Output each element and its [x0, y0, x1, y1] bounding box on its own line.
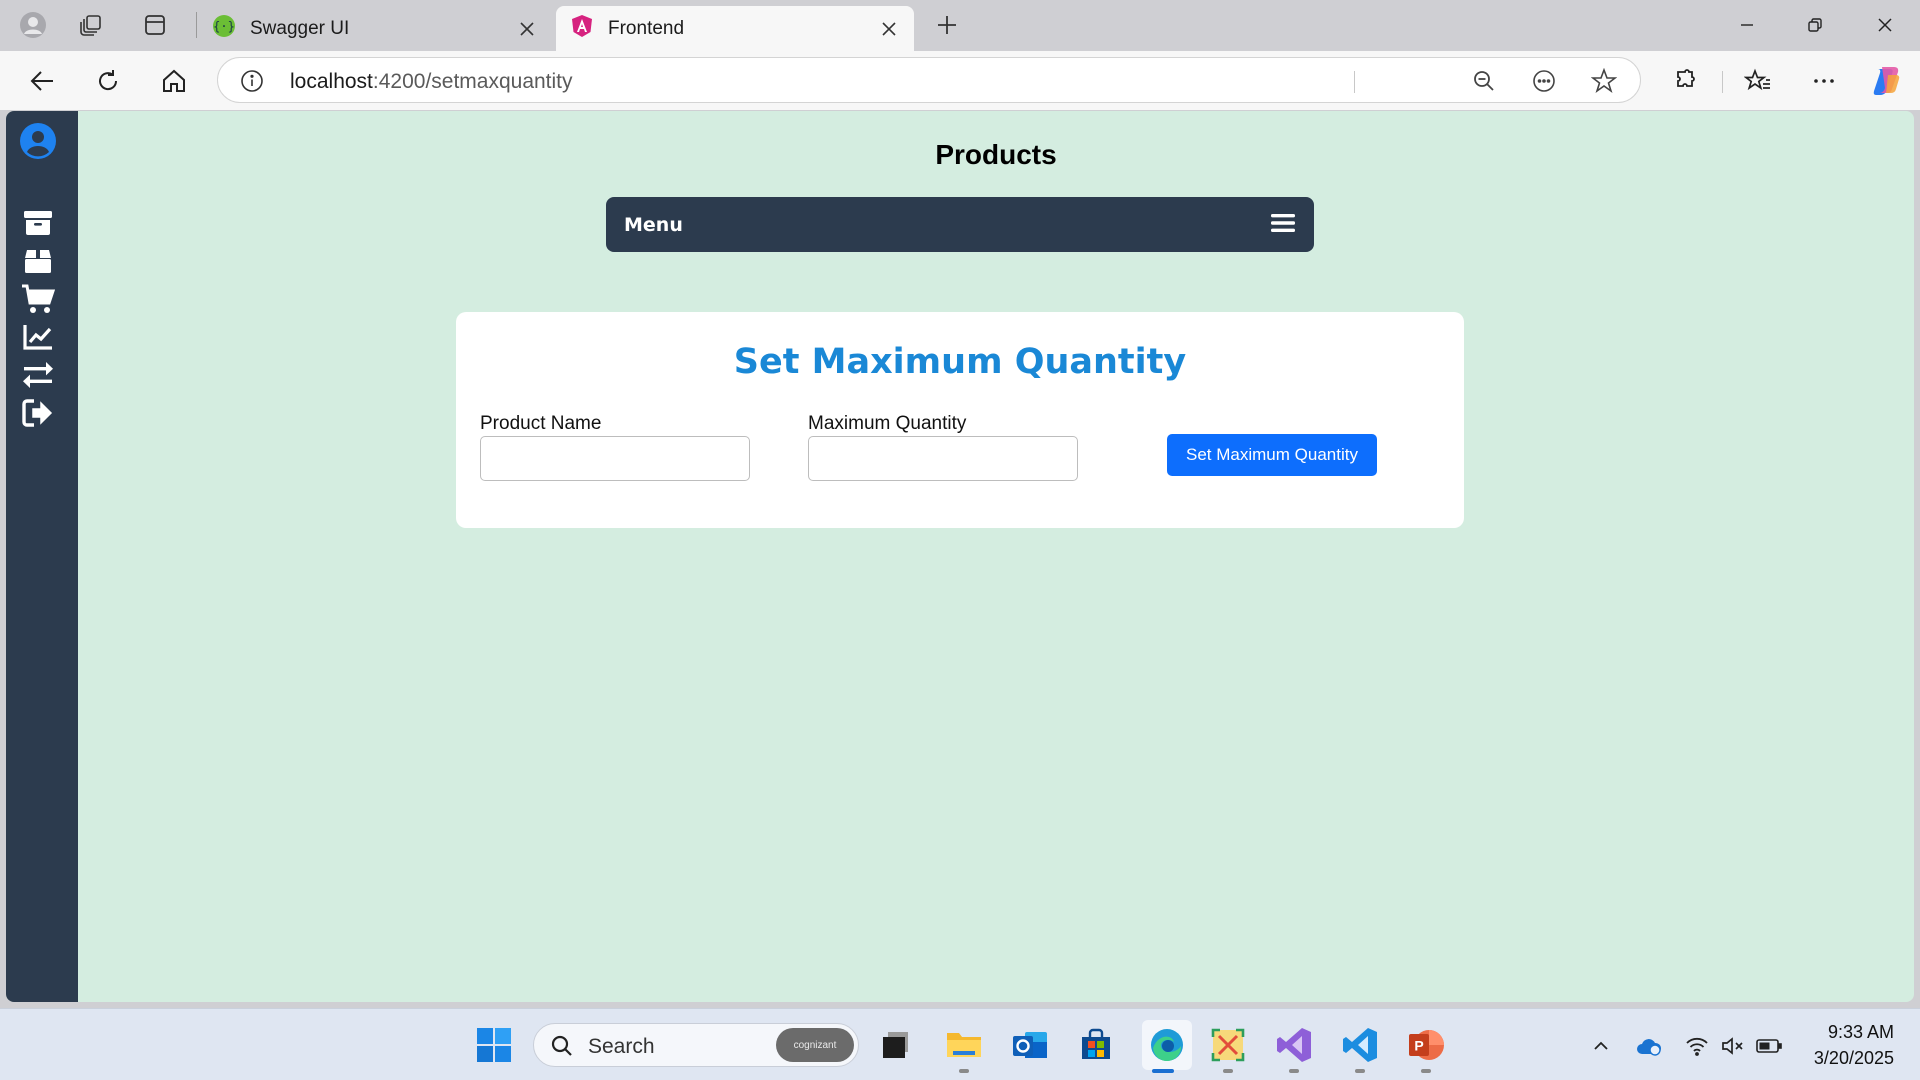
tab-strip: {·} Swagger UI Frontend: [0, 0, 1920, 51]
sidebar: [6, 111, 78, 1002]
outlook-icon[interactable]: [1010, 1025, 1050, 1065]
task-view-icon[interactable]: [876, 1025, 916, 1065]
hamburger-menu-icon[interactable]: [1270, 211, 1296, 235]
site-info-icon[interactable]: [240, 69, 264, 98]
volume-muted-icon[interactable]: [1720, 1033, 1746, 1059]
battery-icon[interactable]: [1756, 1033, 1782, 1059]
minimize-icon[interactable]: [1730, 8, 1764, 42]
page-title: Products: [935, 139, 1057, 170]
visual-studio-icon[interactable]: [1274, 1025, 1314, 1065]
profile-icon[interactable]: [18, 10, 48, 40]
running-indicator: [1289, 1069, 1299, 1073]
swagger-icon: {·}: [212, 14, 236, 44]
taskbar: Search cognizant P 9:33 AM 3/20/2025: [0, 1008, 1920, 1080]
read-aloud-icon[interactable]: [1530, 67, 1558, 95]
running-indicator: [959, 1069, 969, 1073]
svg-text:P: P: [1414, 1038, 1423, 1054]
close-tab-icon[interactable]: [878, 18, 900, 40]
archive-icon[interactable]: [20, 207, 56, 239]
clock-date: 3/20/2025: [1813, 1048, 1894, 1068]
transfer-icon[interactable]: [20, 359, 56, 391]
zoom-out-icon[interactable]: [1470, 67, 1498, 95]
more-options-icon[interactable]: [1806, 63, 1842, 99]
tab-separator: [196, 12, 197, 38]
back-icon[interactable]: [24, 63, 60, 99]
menu-label: Menu: [624, 214, 683, 236]
powerpoint-icon[interactable]: P: [1406, 1025, 1446, 1065]
show-hidden-icons-chevron-icon[interactable]: [1588, 1033, 1614, 1059]
tab-frontend[interactable]: Frontend: [556, 6, 914, 51]
address-bar[interactable]: localhost:4200/setmaxquantity: [217, 57, 1641, 103]
search-label: Search: [588, 1035, 655, 1058]
new-tab-icon[interactable]: [932, 10, 962, 40]
search-icon: [550, 1034, 574, 1063]
running-indicator: [1223, 1069, 1233, 1073]
snipping-tool-icon[interactable]: [1208, 1025, 1248, 1065]
form-heading: Set Maximum Quantity: [733, 342, 1187, 382]
tab-title: Swagger UI: [250, 17, 350, 39]
workspaces-icon[interactable]: [76, 10, 106, 40]
cart-icon[interactable]: [20, 283, 56, 315]
url-text[interactable]: localhost:4200/setmaxquantity: [290, 70, 573, 94]
product-name-label: Product Name: [480, 413, 602, 434]
max-quantity-input[interactable]: [808, 436, 1078, 481]
file-explorer-icon[interactable]: [944, 1025, 984, 1065]
url-host: localhost: [290, 70, 373, 93]
windows-start-icon[interactable]: [474, 1025, 514, 1065]
microsoft-store-icon[interactable]: [1076, 1025, 1116, 1065]
browser-toolbar: localhost:4200/setmaxquantity: [0, 51, 1920, 110]
set-max-quantity-button[interactable]: Set Maximum Quantity: [1167, 434, 1377, 476]
page-viewport: Products Menu Set Maximum Quantity Produ…: [6, 111, 1914, 1002]
vscode-icon[interactable]: [1340, 1025, 1380, 1065]
toolbar-separator: [1722, 71, 1723, 93]
close-tab-icon[interactable]: [516, 18, 538, 40]
taskbar-search[interactable]: Search cognizant: [533, 1023, 859, 1067]
edge-browser-icon[interactable]: [1142, 1020, 1192, 1070]
angular-icon: [570, 14, 594, 44]
favorites-icon[interactable]: [1740, 63, 1776, 99]
set-max-quantity-card: Set Maximum Quantity Product Name Maximu…: [456, 312, 1464, 528]
close-window-icon[interactable]: [1868, 8, 1902, 42]
restore-icon[interactable]: [1798, 8, 1832, 42]
tab-swagger-ui[interactable]: {·} Swagger UI: [198, 6, 552, 51]
system-clock[interactable]: 9:33 AM 3/20/2025: [1814, 1019, 1894, 1071]
toolbar-separator: [1354, 71, 1355, 93]
box-icon[interactable]: [20, 245, 56, 277]
tab-title: Frontend: [608, 17, 685, 39]
max-quantity-label: Maximum Quantity: [808, 413, 967, 434]
url-path: :4200/setmaxquantity: [372, 70, 573, 93]
cognizant-badge: cognizant: [776, 1028, 854, 1062]
home-icon[interactable]: [156, 63, 192, 99]
favorite-star-icon[interactable]: [1590, 67, 1618, 95]
reload-icon[interactable]: [90, 63, 126, 99]
extensions-icon[interactable]: [1667, 63, 1703, 99]
tab-actions-icon[interactable]: [140, 10, 170, 40]
svg-text:{·}: {·}: [213, 19, 235, 33]
copilot-icon[interactable]: [1868, 63, 1904, 99]
wifi-icon[interactable]: [1684, 1033, 1710, 1059]
active-indicator: [1152, 1069, 1174, 1073]
running-indicator: [1421, 1069, 1431, 1073]
product-name-input[interactable]: [480, 436, 750, 481]
chart-line-icon[interactable]: [20, 321, 56, 353]
logout-icon[interactable]: [20, 397, 56, 429]
clock-time: 9:33 AM: [1827, 1022, 1894, 1042]
running-indicator: [1355, 1069, 1365, 1073]
onedrive-icon[interactable]: [1636, 1033, 1662, 1059]
user-circle-icon[interactable]: [20, 123, 56, 159]
menu-bar[interactable]: Menu: [606, 197, 1314, 252]
